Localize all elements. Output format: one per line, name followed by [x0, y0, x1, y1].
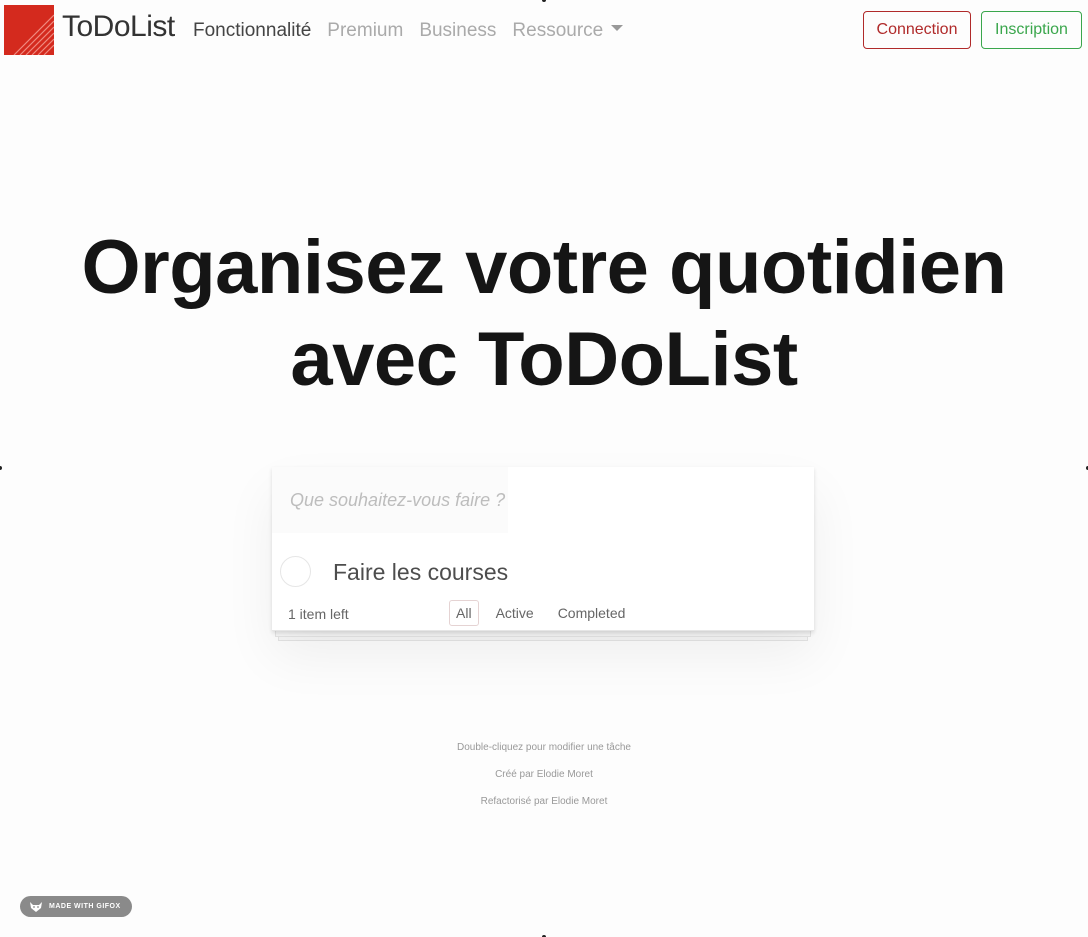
hero-title-line-2: avec ToDoList [290, 317, 798, 402]
fox-icon [30, 901, 42, 912]
gifox-badge: MADE WITH GIFOX [20, 896, 132, 917]
refactored-by: Refactorisé par Elodie Moret [480, 796, 608, 807]
caret-down-icon [611, 25, 624, 31]
todo-item[interactable]: Faire les courses [272, 551, 814, 591]
nav-link-fonctionnalite[interactable]: Fonctionnalité [193, 20, 311, 42]
logo-icon[interactable] [4, 5, 54, 55]
todo-filters: All Active Completed [449, 600, 642, 626]
stack-sheet-decor [275, 631, 811, 637]
created-by: Créé par Elodie Moret [495, 769, 593, 780]
nav-link-ressource-dropdown[interactable]: Ressource [512, 20, 624, 42]
todo-toggle-checkbox[interactable] [280, 556, 311, 587]
navbar: ToDoList Fonctionnalité Premium Business… [0, 0, 1088, 60]
items-left-count: 1 item left [288, 606, 349, 622]
login-button[interactable]: Connection [863, 11, 971, 49]
badge-text: MADE WITH GIFOX [49, 903, 121, 910]
brand-name[interactable]: ToDoList [62, 10, 175, 44]
todo-item-label[interactable]: Faire les courses [333, 559, 508, 586]
nav-links: Fonctionnalité Premium Business Ressourc… [193, 20, 639, 42]
new-todo-input[interactable] [272, 467, 508, 533]
hero-title: Organisez votre quotidien avec ToDoList [0, 222, 1088, 406]
filter-completed[interactable]: Completed [551, 600, 633, 626]
nav-link-business[interactable]: Business [419, 20, 496, 42]
filter-all[interactable]: All [449, 600, 479, 626]
info-footer: Double-cliquez pour modifier une tâche C… [0, 734, 1088, 815]
filter-active[interactable]: Active [489, 600, 541, 626]
page: ToDoList Fonctionnalité Premium Business… [0, 0, 1088, 937]
signup-button[interactable]: Inscription [981, 11, 1082, 49]
nav-link-premium[interactable]: Premium [327, 20, 403, 42]
resize-handle-decor [0, 466, 2, 470]
todo-app: Faire les courses 1 item left All Active… [272, 467, 814, 631]
edit-hint: Double-cliquez pour modifier une tâche [457, 742, 631, 753]
nav-link-ressource-label: Ressource [512, 20, 604, 41]
todo-footer: 1 item left All Active Completed [272, 599, 814, 631]
hero-title-line-1: Organisez votre quotidien [81, 225, 1007, 310]
